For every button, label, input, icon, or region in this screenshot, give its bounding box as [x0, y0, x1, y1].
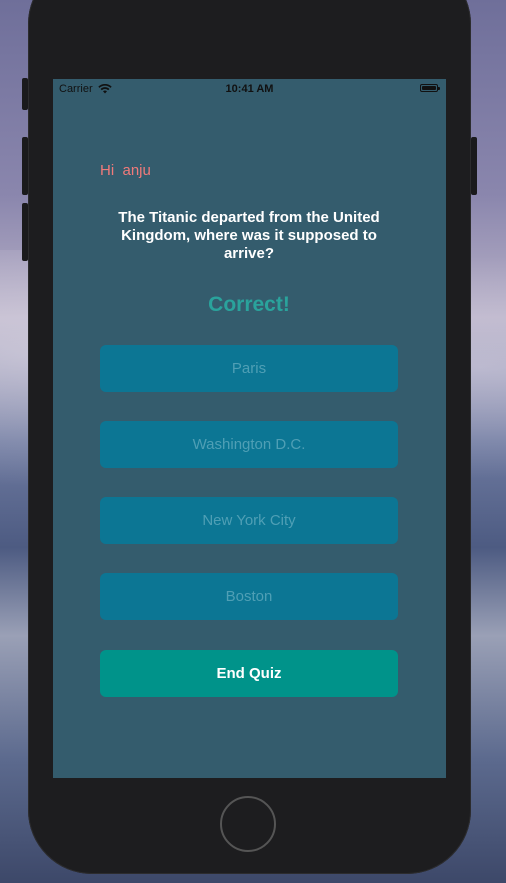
home-button[interactable] [220, 796, 276, 852]
answer-button-paris[interactable]: Paris [100, 345, 398, 392]
answer-button-new-york[interactable]: New York City [100, 497, 398, 544]
battery-cap [438, 87, 440, 90]
end-quiz-button[interactable]: End Quiz [100, 650, 398, 697]
status-bar: Carrier 10:41 AM [53, 79, 446, 99]
battery-icon [420, 84, 440, 92]
answer-button-washington[interactable]: Washington D.C. [100, 421, 398, 468]
volume-down-button [22, 203, 28, 261]
answer-feedback: Correct! [208, 293, 290, 316]
app-screen: Carrier 10:41 AM Hi anju The Titanic dep… [53, 79, 446, 778]
answer-button-boston[interactable]: Boston [100, 573, 398, 620]
power-button [471, 137, 477, 195]
question-text: The Titanic departed from the United Kin… [118, 209, 380, 262]
mute-switch [22, 78, 28, 110]
battery-level [422, 86, 436, 90]
greeting-label: Hi anju [100, 162, 151, 179]
status-time: 10:41 AM [225, 83, 274, 95]
volume-up-button [22, 137, 28, 195]
